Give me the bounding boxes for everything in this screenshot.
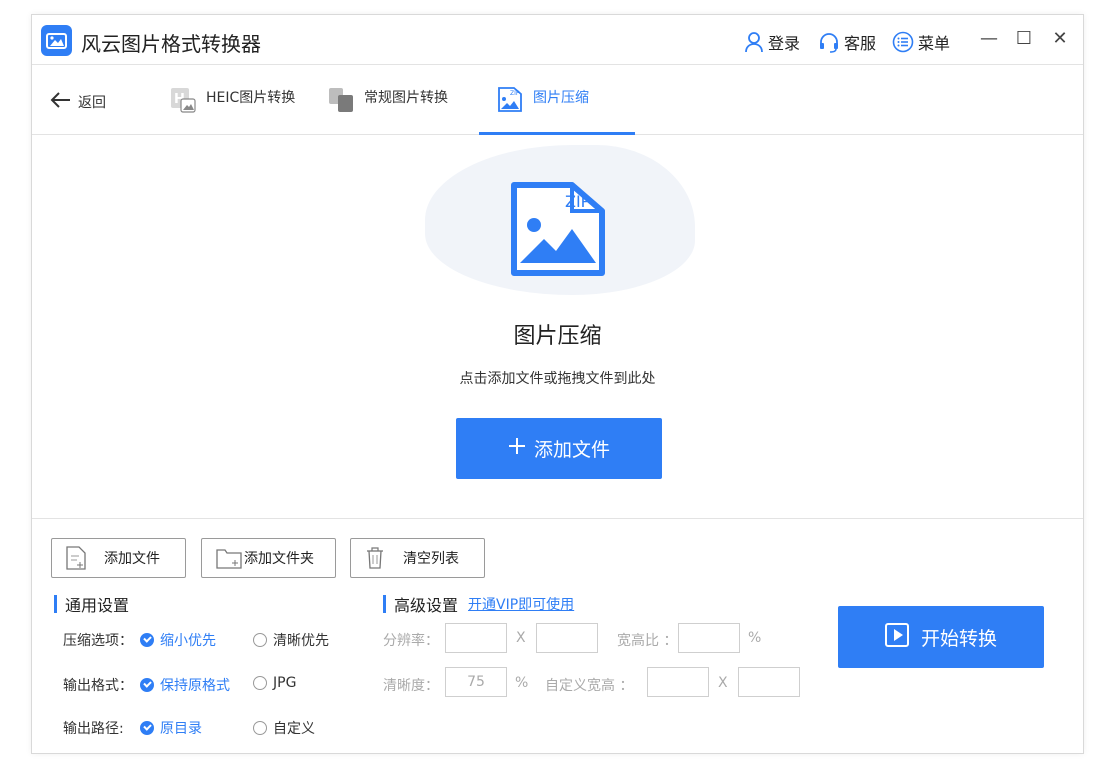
login-button[interactable]: 登录 [744,30,800,54]
start-convert-label: 开始转换 [920,627,997,650]
dropzone-title: 图片压缩 [513,324,602,349]
zip-image-icon: ZIP [497,87,523,113]
convert-images-icon [328,87,354,113]
svg-text:ZIP: ZIP [510,90,520,97]
section-accent-bar [383,595,386,613]
zip-label: ZIP [565,192,591,211]
resolution-label: 分辨率： [383,633,439,649]
back-label: 返回 [78,95,106,111]
radio-custom-dir-label: 自定义 [273,721,315,737]
checked-radio-icon [140,721,154,735]
list-menu-icon [892,31,914,53]
login-label: 登录 [768,34,801,53]
clear-list-label: 清空列表 [403,551,459,567]
vip-link[interactable]: 开通VIP即可使用 [468,594,574,614]
aspect-ratio-input[interactable] [678,623,740,653]
aspect-ratio-label: 宽高比 ： [617,633,678,649]
add-folder-button[interactable]: 添加文件夹 [201,538,336,578]
radio-icon [253,633,267,647]
tab-regular-convert[interactable]: 常规图片转换 [328,83,448,135]
clarity-percent: % [515,675,529,691]
menu-button[interactable]: 菜单 [892,30,950,54]
radio-clarity-first[interactable]: 清晰优先 [253,630,329,650]
radio-keep-format[interactable]: 保持原格式 [140,675,230,695]
add-file-label: 添加文件 [104,551,160,567]
clarity-label: 清晰度： [383,678,439,694]
radio-icon [253,676,267,690]
tab-image-compress[interactable]: ZIP 图片压缩 [479,83,635,135]
add-file-primary-button[interactable]: 添加文件 [456,418,662,479]
general-settings-title: 通用设置 [54,592,129,616]
add-file-icon [66,546,86,570]
aspect-ratio-percent: % [748,630,762,646]
user-icon [744,31,764,53]
app-title: 风云图片格式转换器 [81,32,261,56]
headset-icon [818,31,840,53]
tab-compress-label: 图片压缩 [533,90,589,106]
radio-shrink-first[interactable]: 缩小优先 [140,630,216,650]
nav-bar: 返回 H HEIC图片转换 常规图片转换 ZIP 图片压缩 [32,65,1083,135]
radio-jpg-label: JPG [273,675,297,691]
customer-service-button[interactable]: 客服 [818,30,876,54]
file-drop-zone[interactable]: ZIP 图片压缩 点击添加文件或拖拽文件到此处 添加文件 [32,135,1083,519]
app-window: 风云图片格式转换器 登录 客服 菜单 — ☐ ✕ 返回 H HEIC图片转换 常… [31,14,1084,754]
app-logo-icon [41,25,72,56]
minimize-button[interactable]: — [977,27,1001,51]
section-accent-bar [54,595,57,613]
radio-icon [253,721,267,735]
radio-original-dir[interactable]: 原目录 [140,718,202,738]
radio-jpg[interactable]: JPG [253,675,296,691]
title-bar: 风云图片格式转换器 登录 客服 菜单 — ☐ ✕ [32,15,1083,65]
resolution-x-label: X [516,630,526,646]
radio-keep-format-label: 保持原格式 [160,678,230,694]
arrow-left-icon [50,91,72,113]
custom-size-label: 自定义宽高 ： [545,678,634,694]
menu-label: 菜单 [918,34,951,53]
custom-width-input[interactable] [647,667,709,697]
play-icon [884,622,909,652]
service-label: 客服 [844,34,877,53]
general-settings-label: 通用设置 [65,596,130,615]
add-folder-label: 添加文件夹 [244,551,314,567]
radio-custom-dir[interactable]: 自定义 [253,718,315,738]
checked-radio-icon [140,678,154,692]
add-folder-icon [216,546,242,570]
dropzone-hint: 点击添加文件或拖拽文件到此处 [459,371,656,387]
clear-list-button[interactable]: 清空列表 [350,538,485,578]
resolution-height-input[interactable] [536,623,598,653]
maximize-button[interactable]: ☐ [1012,27,1036,51]
checked-radio-icon [140,633,154,647]
output-format-label: 输出格式： [63,678,133,694]
resolution-width-input[interactable] [445,623,507,653]
close-button[interactable]: ✕ [1048,27,1072,51]
tab-regular-label: 常规图片转换 [364,90,448,106]
custom-size-x-label: X [718,675,728,691]
back-button[interactable]: 返回 [50,91,106,113]
custom-height-input[interactable] [738,667,800,697]
zip-image-large-icon: ZIP [511,182,605,276]
radio-shrink-first-label: 缩小优先 [160,633,216,649]
tab-heic-convert[interactable]: H HEIC图片转换 [170,83,295,135]
add-file-button[interactable]: 添加文件 [51,538,186,578]
heic-file-icon: H [170,87,196,113]
trash-icon [365,546,385,570]
plus-icon [508,437,526,460]
output-path-label: 输出路径: [63,721,124,737]
start-convert-button[interactable]: 开始转换 [838,606,1044,668]
advanced-settings-title: 高级设置 开通VIP即可使用 [383,592,574,616]
add-file-primary-label: 添加文件 [533,439,610,461]
clarity-input[interactable]: 75 [445,667,507,697]
compress-option-label: 压缩选项： [63,633,133,649]
tab-heic-label: HEIC图片转换 [206,90,296,106]
advanced-settings-label: 高级设置 [394,596,459,615]
radio-clarity-first-label: 清晰优先 [273,633,329,649]
radio-original-dir-label: 原目录 [160,721,202,737]
